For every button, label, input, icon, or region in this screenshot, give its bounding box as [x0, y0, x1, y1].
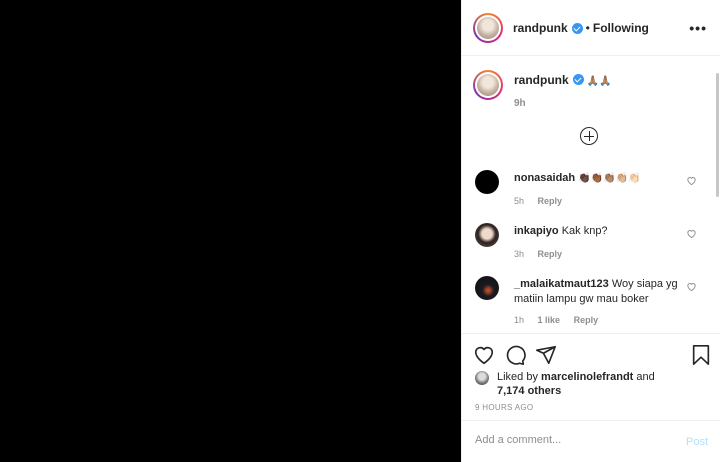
comment-bubble-icon[interactable] [504, 344, 526, 366]
comment-username[interactable]: nonasaidah [514, 172, 575, 184]
liked-by: Liked by marcelinolefrandt and 7,174 oth… [475, 370, 667, 398]
post-comment-button[interactable]: Post [686, 436, 708, 448]
caption-text: 🙏🏽🙏🏽 [586, 76, 612, 87]
comment-text: Kak knp? [561, 225, 608, 237]
author-username[interactable]: randpunk [513, 21, 568, 35]
load-more-comments-icon[interactable] [580, 127, 598, 145]
comment-time[interactable]: 3h [514, 249, 524, 259]
reply-button[interactable]: Reply [538, 249, 563, 259]
comment-text: 👏🏿👏🏾👏🏽👏🏼👏🏻 [578, 173, 641, 184]
liker-avatar[interactable] [475, 371, 489, 385]
comment-time[interactable]: 5h [514, 196, 524, 206]
liked-by-and: and [636, 371, 655, 383]
verified-badge-icon [571, 23, 583, 34]
separator-dot: • [585, 20, 590, 35]
comment-avatar[interactable] [475, 276, 499, 300]
post-actions: Liked by marcelinolefrandt and 7,174 oth… [462, 333, 720, 421]
verified-badge-icon [572, 74, 584, 85]
like-comment-heart-icon[interactable] [686, 281, 697, 292]
caption-username[interactable]: randpunk [514, 73, 569, 87]
like-comment-heart-icon[interactable] [686, 228, 697, 239]
comment-likes-count[interactable]: 1 like [538, 315, 561, 325]
more-options-icon[interactable]: ••• [689, 20, 707, 36]
caption-avatar[interactable] [473, 70, 503, 100]
save-bookmark-icon[interactable] [690, 344, 712, 366]
comment-time[interactable]: 1h [514, 315, 524, 325]
comments-scrollbar[interactable] [716, 73, 719, 197]
following-button[interactable]: Following [593, 21, 649, 35]
add-comment-bar: Post [462, 420, 720, 462]
comment-username[interactable]: inkapiyo [514, 225, 559, 237]
liker-username[interactable]: marcelinolefrandt [541, 371, 633, 383]
post-side-panel: randpunk • Following ••• randpunk 🙏🏽🙏🏽 9h… [461, 0, 720, 462]
comment-input[interactable] [475, 434, 665, 446]
author-avatar[interactable] [473, 12, 503, 43]
caption: randpunk 🙏🏽🙏🏽 9h [473, 70, 612, 109]
comments-list[interactable]: randpunk 🙏🏽🙏🏽 9h nonasaidah 👏🏿👏🏾👏🏽👏🏼👏🏻 5h… [462, 57, 720, 333]
post-timestamp[interactable]: 9 HOURS AGO [475, 403, 533, 412]
like-heart-icon[interactable] [473, 344, 495, 366]
likes-count[interactable]: 7,174 others [497, 385, 561, 397]
comment-username[interactable]: _malaikatmaut123 [514, 278, 609, 290]
reply-button[interactable]: Reply [538, 196, 563, 206]
caption-time[interactable]: 9h [514, 98, 526, 109]
like-comment-heart-icon[interactable] [686, 175, 697, 186]
comment-avatar[interactable] [475, 223, 499, 247]
liked-by-prefix: Liked by [497, 371, 538, 383]
reply-button[interactable]: Reply [574, 315, 599, 325]
comment-avatar[interactable] [475, 170, 499, 194]
post-header: randpunk • Following ••• [462, 0, 720, 56]
share-direct-icon[interactable] [535, 344, 557, 366]
post-media[interactable] [0, 0, 461, 462]
